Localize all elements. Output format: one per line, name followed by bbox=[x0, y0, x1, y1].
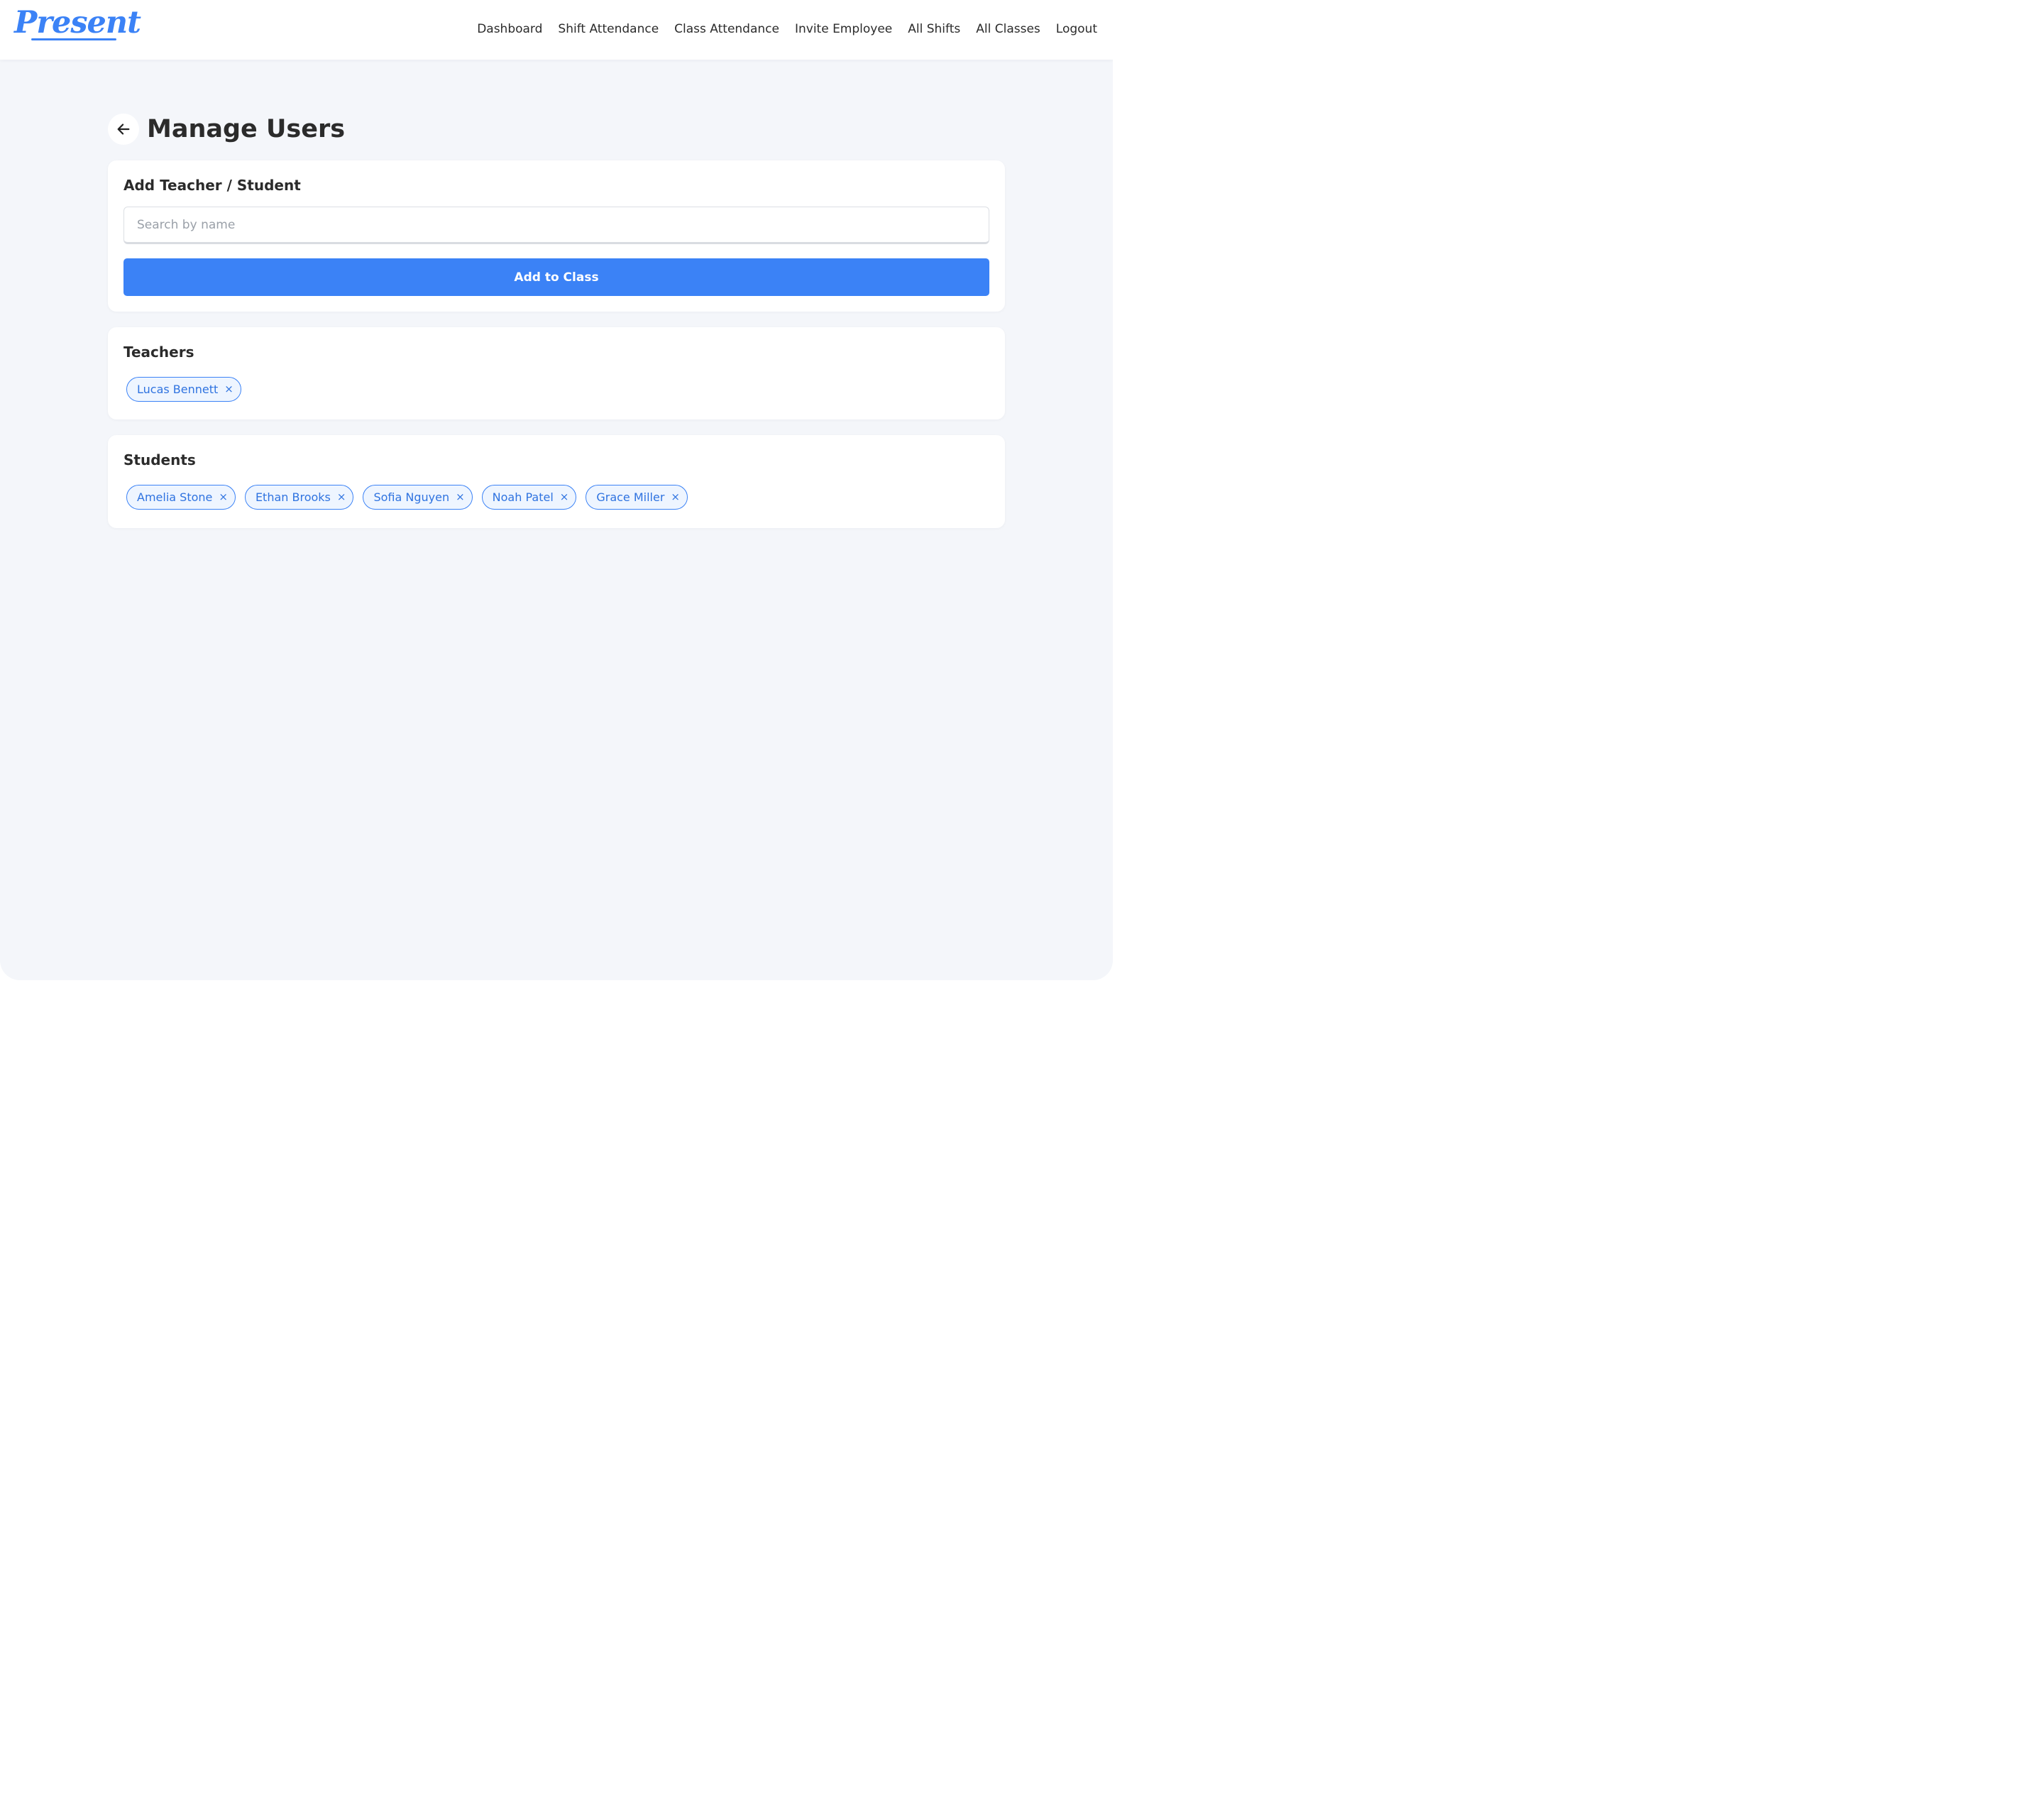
main-nav: Dashboard Shift Attendance Class Attenda… bbox=[477, 19, 1097, 39]
add-user-card: Add Teacher / Student Add to Class bbox=[108, 160, 1005, 312]
remove-chip-icon[interactable]: × bbox=[219, 492, 228, 503]
chip-label: Lucas Bennett bbox=[137, 382, 219, 396]
brand-logo[interactable]: Present bbox=[14, 4, 141, 47]
student-chip: Noah Patel × bbox=[481, 485, 577, 510]
chip-label: Sofia Nguyen bbox=[373, 490, 450, 504]
students-card: Students Amelia Stone × Ethan Brooks × S… bbox=[108, 435, 1005, 528]
remove-chip-icon[interactable]: × bbox=[456, 492, 465, 503]
remove-chip-icon[interactable]: × bbox=[224, 384, 233, 395]
logo-underline bbox=[31, 38, 116, 40]
student-chip: Grace Miller × bbox=[586, 485, 688, 510]
nav-invite-employee[interactable]: Invite Employee bbox=[795, 19, 892, 39]
remove-chip-icon[interactable]: × bbox=[671, 492, 680, 503]
nav-dashboard[interactable]: Dashboard bbox=[477, 19, 542, 39]
top-navigation-bar: Present Dashboard Shift Attendance Class… bbox=[0, 0, 1113, 60]
search-field bbox=[123, 207, 989, 244]
chip-label: Amelia Stone bbox=[137, 490, 213, 504]
nav-logout[interactable]: Logout bbox=[1056, 19, 1097, 39]
chip-label: Grace Miller bbox=[596, 490, 665, 504]
page-header: Manage Users bbox=[108, 114, 1005, 145]
nav-shift-attendance[interactable]: Shift Attendance bbox=[558, 19, 659, 39]
logo-text: Present bbox=[14, 5, 141, 40]
add-user-title: Add Teacher / Student bbox=[123, 177, 301, 194]
nav-all-shifts[interactable]: All Shifts bbox=[908, 19, 960, 39]
student-chip: Sofia Nguyen × bbox=[363, 485, 473, 510]
student-chip: Amelia Stone × bbox=[126, 485, 236, 510]
nav-all-classes[interactable]: All Classes bbox=[976, 19, 1040, 39]
teachers-chip-list: Lucas Bennett × bbox=[126, 377, 241, 402]
add-to-class-button[interactable]: Add to Class bbox=[123, 258, 989, 296]
nav-class-attendance[interactable]: Class Attendance bbox=[674, 19, 779, 39]
back-button[interactable] bbox=[108, 114, 139, 145]
student-chip: Ethan Brooks × bbox=[244, 485, 354, 510]
arrow-left-icon bbox=[117, 124, 130, 135]
remove-chip-icon[interactable]: × bbox=[560, 492, 569, 503]
students-chip-list: Amelia Stone × Ethan Brooks × Sofia Nguy… bbox=[126, 485, 688, 510]
page-title: Manage Users bbox=[147, 115, 346, 143]
chip-label: Noah Patel bbox=[492, 490, 554, 504]
remove-chip-icon[interactable]: × bbox=[337, 492, 346, 503]
teachers-card: Teachers Lucas Bennett × bbox=[108, 327, 1005, 419]
manage-users-page: Manage Users Add Teacher / Student Add t… bbox=[108, 114, 1005, 528]
teachers-title: Teachers bbox=[123, 344, 194, 361]
chip-label: Ethan Brooks bbox=[255, 490, 331, 504]
search-input[interactable] bbox=[124, 207, 989, 242]
teacher-chip: Lucas Bennett × bbox=[126, 377, 241, 402]
app-window: Present Dashboard Shift Attendance Class… bbox=[0, 0, 1113, 980]
students-title: Students bbox=[123, 451, 196, 468]
